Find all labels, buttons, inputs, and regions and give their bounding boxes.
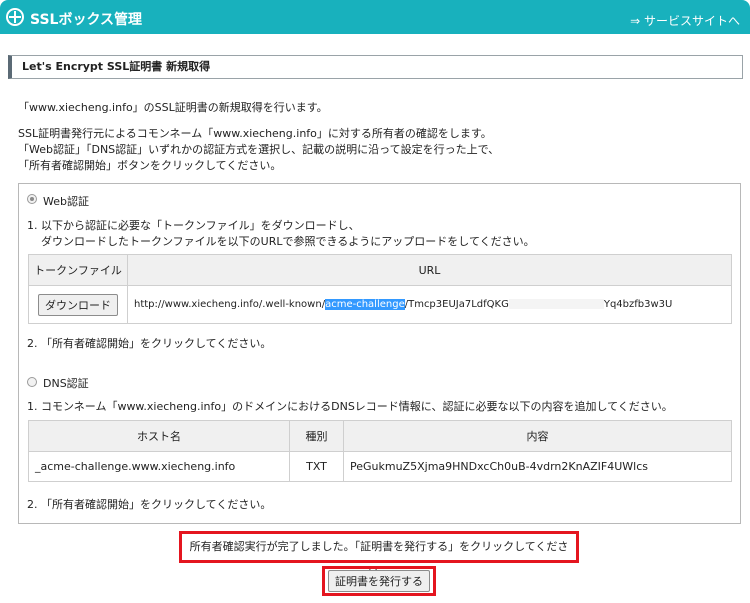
dns-auth-radio[interactable]	[27, 377, 37, 387]
intro-domain-line: 「www.xiecheng.info」のSSL証明書の新規取得を行います。	[18, 101, 328, 114]
intro-line-3: 「所有者確認開始」ボタンをクリックしてください。	[18, 159, 282, 172]
download-button[interactable]: ダウンロード	[38, 293, 118, 316]
col-content: 内容	[343, 420, 732, 452]
auth-method-panel: Web認証 1. 以下から認証に必要な「トークンファイル」をダウンロードし、 ダ…	[18, 183, 741, 524]
web-auth-radio[interactable]	[27, 194, 37, 204]
token-cell: ダウンロード	[28, 285, 128, 324]
url-suffix-a: /Tmcp3EUJa7LdfQKG	[404, 299, 509, 310]
col-token-file: トークンファイル	[28, 254, 128, 286]
web-step2: 2. 「所有者確認開始」をクリックしてください。	[27, 337, 272, 350]
issue-certificate-button[interactable]: 証明書を発行する	[328, 570, 430, 592]
dns-content: PeGukmuZ5Xjma9HNDxcCh0uB-4vdrn2KnAZIF4UW…	[343, 451, 732, 482]
issue-button-highlight: 証明書を発行する	[322, 566, 436, 596]
dns-type: TXT	[289, 451, 344, 482]
app-header: SSLボックス管理 ⇒ サービスサイトへ	[0, 0, 750, 34]
dns-host: _acme-challenge.www.xiecheng.info	[28, 451, 290, 482]
dns-step2: 2. 「所有者確認開始」をクリックしてください。	[27, 498, 272, 511]
col-type: 種別	[289, 420, 344, 452]
redacted-region	[508, 299, 604, 309]
completion-message: 所有者確認実行が完了しました。「証明書を発行する」をクリックしてください。	[179, 531, 579, 579]
page-title: Let's Encrypt SSL証明書 新規取得	[8, 55, 743, 79]
web-auth-label[interactable]: Web認証	[43, 193, 89, 209]
intro-line-2: 「Web認証」「DNS認証」いずれかの認証方式を選択し、記載の説明に沿って設定を…	[18, 143, 500, 156]
service-site-link[interactable]: ⇒ サービスサイトへ	[630, 12, 740, 29]
col-host: ホスト名	[28, 420, 290, 452]
dns-step1: 1. コモンネーム「www.xiecheng.info」のドメインにおけるDNS…	[27, 400, 673, 413]
url-prefix: http://www.xiecheng.info/.well-known/	[134, 299, 326, 310]
dns-auth-label[interactable]: DNS認証	[43, 375, 89, 391]
intro-instructions: SSL証明書発行元によるコモンネーム「www.xiecheng.info」に対す…	[18, 126, 499, 174]
intro-line-1: SSL証明書発行元によるコモンネーム「www.xiecheng.info」に対す…	[18, 127, 492, 140]
globe-logo-icon	[6, 8, 24, 26]
web-step1-line2: ダウンロードしたトークンファイルを以下のURLで参照できるようにアップロードをし…	[41, 235, 535, 248]
col-url: URL	[127, 254, 732, 286]
web-step1-line1: 1. 以下から認証に必要な「トークンファイル」をダウンロードし、	[27, 219, 360, 232]
app-title: SSLボックス管理	[30, 12, 143, 28]
url-suffix-b: Yq4bzfb3w3U	[603, 299, 673, 310]
token-url: http://www.xiecheng.info/.well-known/acm…	[127, 285, 732, 324]
token-table: トークンファイル URL ダウンロード http://www.xiecheng.…	[28, 254, 732, 324]
url-highlight: acme-challenge	[325, 299, 405, 310]
dns-table: ホスト名 種別 内容 _acme-challenge.www.xiecheng.…	[28, 420, 732, 482]
